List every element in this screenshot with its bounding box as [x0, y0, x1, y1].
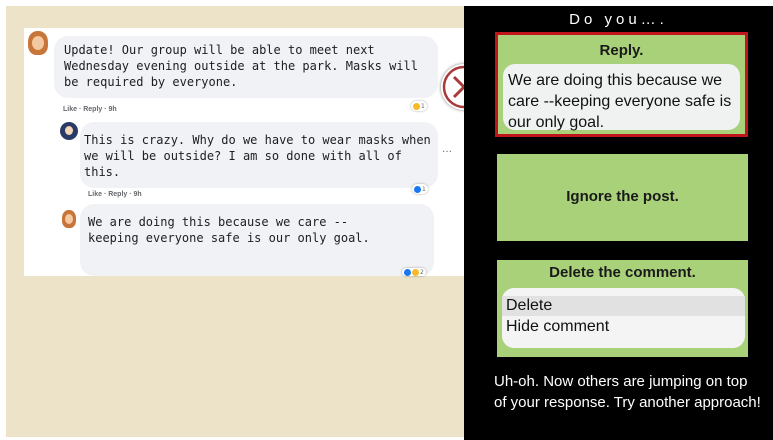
comment-bubble: This is crazy. Why do we have to wear ma…: [80, 122, 438, 188]
avatar: [62, 210, 76, 228]
reaction-badge[interactable]: 2: [402, 268, 426, 276]
like-reaction-icon: [414, 185, 421, 193]
comment-actions[interactable]: Like · Reply · 9h: [63, 106, 117, 113]
comment-text: This is crazy. Why do we have to wear ma…: [84, 133, 431, 179]
delete-option[interactable]: Delete the comment. Delete Hide comment: [497, 260, 748, 357]
reply-option[interactable]: Reply. We are doing this because we care…: [495, 32, 748, 137]
menu-item-delete[interactable]: Delete: [502, 296, 745, 316]
more-options-icon[interactable]: …: [442, 144, 453, 155]
avatar: [60, 122, 78, 140]
feedback-text: Uh-oh. Now others are jumping on top of …: [494, 373, 761, 411]
reaction-badge[interactable]: 1: [411, 101, 427, 111]
reply-text-box: We are doing this because we care --keep…: [503, 64, 740, 131]
ignore-option[interactable]: Ignore the post.: [497, 154, 748, 241]
haha-reaction-icon: [413, 102, 420, 110]
menu-item-hide-comment[interactable]: Hide comment: [502, 317, 745, 337]
haha-reaction-icon: [412, 268, 419, 276]
reaction-badge[interactable]: 1: [412, 184, 428, 194]
comment-text: Update! Our group will be able to meet n…: [64, 43, 419, 89]
avatar: [28, 31, 48, 55]
reply-text: We are doing this because we care --keep…: [508, 72, 732, 131]
reply-heading: Reply.: [599, 42, 644, 59]
delete-heading: Delete the comment.: [549, 264, 696, 281]
panel-title: Do you….: [569, 11, 668, 28]
like-reaction-icon: [404, 268, 411, 276]
comment-bubble: We are doing this because we care --keep…: [80, 204, 434, 276]
ignore-heading: Ignore the post.: [566, 188, 679, 205]
comment-text: We are doing this because we care --keep…: [88, 215, 370, 245]
comment-bubble: Update! Our group will be able to meet n…: [54, 36, 438, 98]
facebook-thread: Update! Our group will be able to meet n…: [24, 28, 464, 276]
delete-menu: Delete Hide comment: [502, 288, 745, 348]
comment-actions[interactable]: Like · Reply · 9h: [88, 191, 142, 198]
